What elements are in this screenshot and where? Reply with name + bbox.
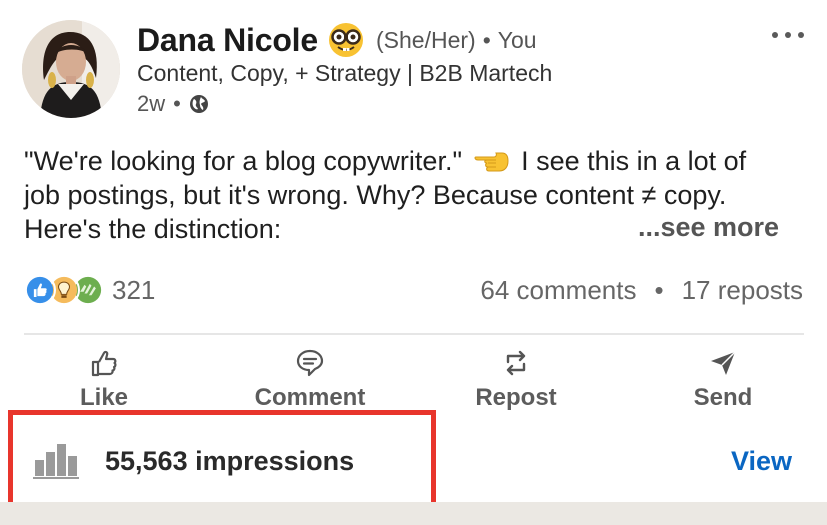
like-reaction-icon <box>24 274 56 306</box>
comment-label: Comment <box>254 384 366 411</box>
thumbs-up-icon <box>91 350 117 377</box>
more-options-icon[interactable] <box>772 24 804 46</box>
send-icon <box>711 351 736 375</box>
nerd-face-emoji-icon <box>328 22 364 58</box>
divider <box>24 333 804 335</box>
view-analytics-link[interactable]: View <box>731 446 792 477</box>
post-meta: 2w • <box>137 90 209 118</box>
comments-count-link[interactable]: 64 comments <box>480 275 636 306</box>
post-text-segment: I see this in a lot of <box>521 146 747 176</box>
backhand-pointing-left-emoji-icon <box>474 147 510 172</box>
comment-icon <box>296 349 324 377</box>
like-button[interactable]: Like <box>29 342 179 412</box>
post-line-1: "We're looking for a blog copywriter." I… <box>24 144 809 178</box>
author-avatar[interactable] <box>22 20 120 118</box>
send-button[interactable]: Send <box>648 342 798 412</box>
separator-dot: • <box>654 274 664 305</box>
separator-dot: • <box>482 26 491 53</box>
social-counts: 64 comments • 17 reposts <box>480 272 803 308</box>
reaction-icons <box>24 274 104 306</box>
globe-icon <box>189 94 209 114</box>
send-label: Send <box>693 384 753 411</box>
reposts-count-link[interactable]: 17 reposts <box>682 275 803 306</box>
author-name[interactable]: Dana Nicole <box>137 22 318 59</box>
action-bar: Like Comment Repost Send <box>0 342 827 412</box>
connection-degree: You <box>497 26 537 53</box>
feed-separator <box>0 502 827 525</box>
post-text-segment: "We're looking for a blog copywriter." <box>24 146 463 176</box>
comment-button[interactable]: Comment <box>235 342 385 412</box>
repost-button[interactable]: Repost <box>441 342 591 412</box>
separator-dot: • <box>173 91 181 116</box>
see-more-link[interactable]: ...see more <box>638 210 779 244</box>
post-time: 2w <box>137 91 166 116</box>
author-name-row: Dana Nicole (She/Her) • You <box>137 18 537 62</box>
author-pronouns: (She/Her) <box>375 26 476 53</box>
reactions-count: 321 <box>112 274 156 305</box>
reactions-summary[interactable]: 321 <box>24 272 155 308</box>
author-headline: Content, Copy, + Strategy | B2B Martech <box>137 60 553 86</box>
post-line-2: job postings, but it's wrong. Why? Becau… <box>24 180 727 210</box>
like-label: Like <box>79 384 129 411</box>
repost-label: Repost <box>475 384 557 411</box>
repost-icon <box>506 350 526 376</box>
